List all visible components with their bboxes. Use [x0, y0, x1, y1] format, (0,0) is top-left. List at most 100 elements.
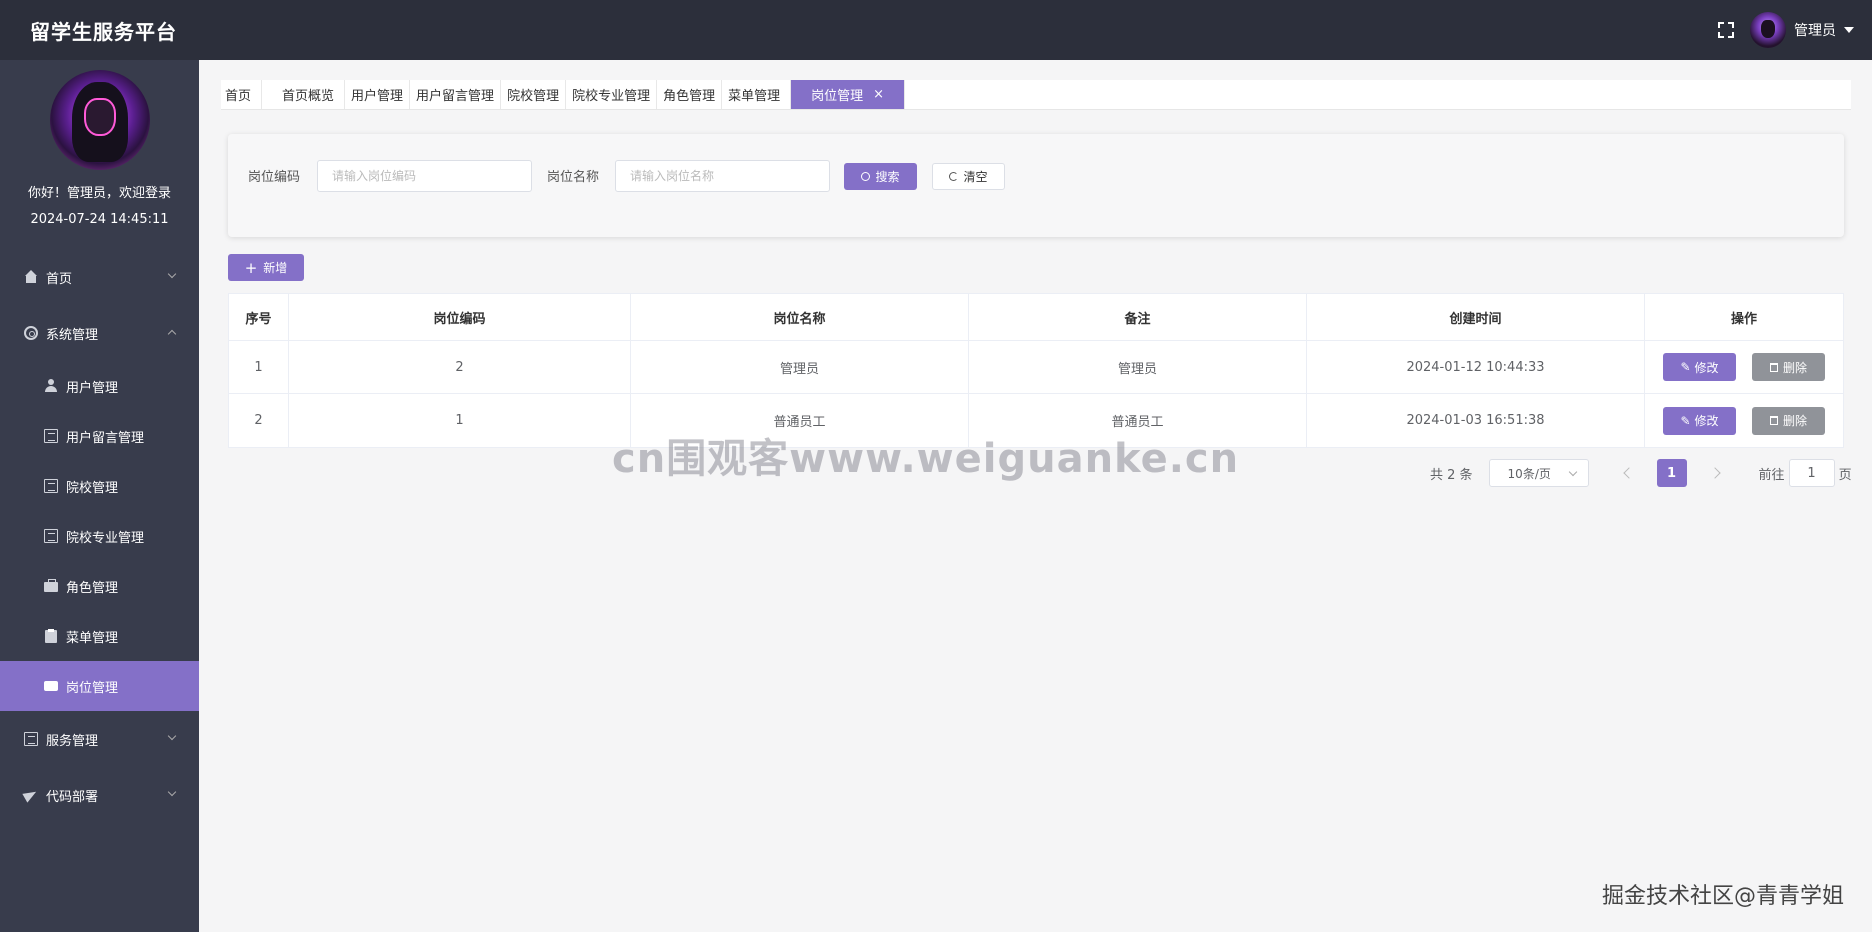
- sidebar-item-menus[interactable]: 菜单管理: [0, 611, 199, 661]
- sidebar-item-services[interactable]: 服务管理: [0, 711, 199, 767]
- clear-button[interactable]: 清空: [932, 163, 1005, 190]
- code-label: 岗位编码: [248, 170, 301, 185]
- sidebar-item-label: 院校管理: [66, 480, 119, 496]
- add-button[interactable]: + 新增: [228, 254, 304, 281]
- tab-schools[interactable]: 院校管理: [501, 80, 567, 109]
- sidebar-item-school-majors[interactable]: 院校专业管理: [0, 511, 199, 561]
- sidebar-item-users[interactable]: 用户管理: [0, 361, 199, 411]
- edit-button[interactable]: ✎ 修改: [1663, 406, 1736, 435]
- search-icon: [861, 172, 871, 181]
- table-cell: 管理员: [969, 341, 1307, 393]
- table-cell: 1: [289, 394, 631, 447]
- document-icon: [44, 429, 58, 443]
- edit-button[interactable]: ✎ 修改: [1663, 353, 1736, 381]
- tab-users[interactable]: 用户管理: [345, 80, 411, 109]
- tab-label: 岗位管理: [811, 89, 864, 104]
- tab-bar: 首页 首页概览 用户管理 用户留言管理 院校管理 院校专业管理 角色管理 菜单管…: [221, 80, 1851, 110]
- column-header: 岗位名称: [631, 294, 969, 340]
- table-cell: 管理员: [631, 341, 969, 393]
- delete-button-label: 删除: [1782, 414, 1807, 428]
- goto-page-input[interactable]: 1: [1788, 459, 1835, 487]
- page-size-select[interactable]: 10条/页: [1488, 459, 1589, 487]
- actions-cell: ✎ 修改 删除: [1645, 341, 1843, 393]
- header-user-area: 管理员: [1718, 12, 1854, 48]
- close-icon[interactable]: ×: [873, 87, 884, 102]
- edit-icon: ✎: [1680, 360, 1691, 374]
- document-icon: [24, 732, 38, 746]
- sidebar-item-deploy[interactable]: 代码部署: [0, 767, 199, 823]
- chevron-down-icon: [167, 269, 177, 279]
- delete-button-label: 删除: [1782, 360, 1807, 375]
- send-icon: [24, 788, 38, 802]
- sidebar-item-positions[interactable]: 岗位管理: [0, 661, 199, 711]
- trash-icon: [1769, 362, 1778, 372]
- clipboard-icon: [44, 629, 58, 643]
- column-header: 岗位编码: [289, 294, 631, 340]
- ticket-icon: [44, 679, 58, 693]
- edit-button-label: 修改: [1694, 414, 1719, 428]
- login-datetime: 2024-07-24 14:45:11: [30, 212, 169, 227]
- sidebar-item-system[interactable]: 系统管理: [0, 305, 199, 361]
- table-cell: 2: [289, 341, 631, 393]
- tab-roles[interactable]: 角色管理: [657, 80, 723, 109]
- page-suffix: 页: [1838, 467, 1852, 483]
- tab-user-messages[interactable]: 用户留言管理: [410, 80, 502, 109]
- tab-overview[interactable]: 首页概览: [262, 80, 346, 109]
- table-row: 1 2 管理员 管理员 2024-01-12 10:44:33 ✎ 修改 删除: [229, 341, 1843, 394]
- edit-icon: ✎: [1680, 413, 1691, 428]
- sidebar-item-label: 代码部署: [46, 789, 99, 805]
- header-avatar[interactable]: [1750, 12, 1786, 48]
- sidebar-item-schools[interactable]: 院校管理: [0, 461, 199, 511]
- fullscreen-icon[interactable]: [1718, 22, 1734, 38]
- welcome-text: 你好！管理员，欢迎登录: [27, 186, 171, 201]
- pagination-total: 共 2 条: [1430, 467, 1473, 483]
- chevron-down-icon[interactable]: [1844, 27, 1854, 33]
- page-number-current[interactable]: 1: [1656, 459, 1687, 487]
- chevron-up-icon: [167, 329, 177, 339]
- tab-home[interactable]: 首页: [221, 80, 263, 109]
- column-header: 备注: [969, 294, 1307, 340]
- user-icon: [44, 379, 58, 393]
- code-input[interactable]: 请输入岗位编码: [317, 160, 532, 192]
- actions-cell: ✎ 修改 删除: [1645, 394, 1843, 447]
- tab-menus[interactable]: 菜单管理: [722, 80, 792, 109]
- chevron-left-icon[interactable]: [1622, 467, 1635, 479]
- sidebar-item-home[interactable]: 首页: [0, 249, 199, 305]
- tab-positions[interactable]: 岗位管理 ×: [791, 80, 906, 109]
- sidebar-item-roles[interactable]: 角色管理: [0, 561, 199, 611]
- delete-button[interactable]: 删除: [1752, 406, 1825, 435]
- plus-icon: +: [244, 258, 258, 277]
- clear-button-label: 清空: [963, 170, 988, 184]
- add-button-label: 新增: [263, 261, 288, 275]
- name-input[interactable]: 请输入岗位名称: [615, 160, 830, 192]
- sidebar-avatar: [50, 70, 150, 170]
- sidebar-item-label: 服务管理: [46, 733, 99, 749]
- sidebar-item-label: 系统管理: [46, 327, 99, 343]
- column-header: 创建时间: [1307, 294, 1645, 340]
- sidebar-item-label: 首页: [46, 271, 73, 287]
- delete-button[interactable]: 删除: [1752, 353, 1825, 381]
- sidebar-item-label: 用户留言管理: [66, 430, 145, 446]
- sidebar-item-label: 角色管理: [66, 580, 119, 596]
- chevron-right-icon[interactable]: [1708, 467, 1721, 479]
- tab-school-majors[interactable]: 院校专业管理: [566, 80, 658, 109]
- table-cell: 2: [229, 394, 289, 447]
- column-header: 操作: [1730, 311, 1757, 327]
- column-header: 序号: [229, 294, 289, 340]
- header-username[interactable]: 管理员: [1794, 20, 1836, 40]
- trash-icon: [1769, 416, 1778, 425]
- positions-table: 序号 岗位编码 岗位名称 备注 创建时间 操作 1 2 管理员 管理员 2024…: [228, 293, 1844, 448]
- sidebar-item-user-messages[interactable]: 用户留言管理: [0, 411, 199, 461]
- sidebar: 你好！管理员，欢迎登录 2024-07-24 14:45:11 首页 系统管理 …: [0, 60, 199, 932]
- refresh-icon: [949, 172, 959, 181]
- home-icon: [24, 270, 38, 284]
- app-title: 留学生服务平台: [30, 19, 177, 44]
- briefcase-icon: [44, 579, 58, 593]
- top-header: 留学生服务平台 管理员: [0, 0, 1872, 60]
- table-cell: 2024-01-03 16:51:38: [1307, 394, 1645, 447]
- sidebar-item-label: 用户管理: [66, 380, 119, 396]
- search-button[interactable]: 搜索: [844, 163, 917, 190]
- edit-button-label: 修改: [1694, 360, 1719, 375]
- chevron-down-icon: [167, 787, 177, 797]
- sidebar-item-label: 院校专业管理: [66, 530, 145, 546]
